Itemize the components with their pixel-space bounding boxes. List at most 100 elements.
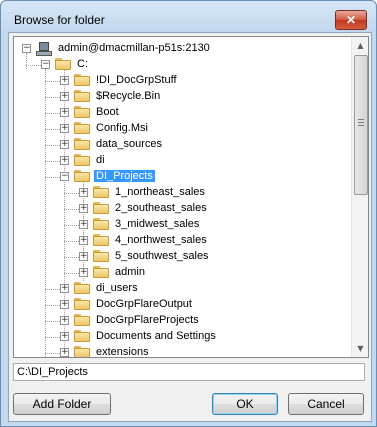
- tree-item[interactable]: + Config.Msi: [14, 121, 351, 137]
- tree-item[interactable]: + admin: [14, 265, 351, 281]
- ok-button[interactable]: OK: [212, 393, 278, 415]
- scroll-down-icon[interactable]: ▼: [352, 340, 368, 357]
- expand-icon[interactable]: +: [60, 332, 69, 341]
- dialog-title: Browse for folder: [14, 13, 105, 27]
- tree-item[interactable]: + di: [14, 153, 351, 169]
- folder-body-shape: [55, 60, 71, 70]
- collapse-icon[interactable]: −: [22, 44, 31, 53]
- tree-connector-line: [45, 161, 60, 162]
- dialog-client-area: − admin@dmacmillan-p51s:2130− C: + !DI_DocGr…: [8, 32, 372, 422]
- tree-item[interactable]: +5_southwest_sales: [14, 249, 351, 265]
- expand-icon[interactable]: +: [60, 108, 69, 117]
- tree-connector-line: [45, 289, 60, 290]
- tree-item[interactable]: + !DI_DocGrpStuff: [14, 73, 351, 89]
- tree-item[interactable]: +2_southeast_sales: [14, 201, 351, 217]
- tree-connector-line: [45, 113, 60, 114]
- expand-icon[interactable]: +: [60, 140, 69, 149]
- cancel-button[interactable]: Cancel: [288, 393, 364, 415]
- tree-item-label: 1_northeast_sales: [115, 186, 205, 198]
- monitor-shape: [39, 42, 49, 51]
- tree-connector-line: [45, 145, 60, 146]
- tree-item-label: extensions: [96, 346, 149, 358]
- tree-item-label: $Recycle.Bin: [96, 90, 161, 102]
- tree-item[interactable]: +4_northwest_sales: [14, 233, 351, 249]
- tree-connector-line: [45, 81, 60, 82]
- tree-item[interactable]: − C:: [14, 57, 351, 73]
- folder-body-shape: [74, 284, 90, 294]
- tree-item[interactable]: + DocGrpFlareProjects: [14, 313, 351, 329]
- folder-icon: [74, 298, 90, 310]
- tree-connector-line: [45, 97, 60, 98]
- folder-body-shape: [74, 140, 90, 150]
- folder-icon: [74, 122, 90, 134]
- tree-connector-line: [64, 241, 79, 242]
- scroll-up-icon[interactable]: ▲: [352, 37, 368, 54]
- folder-body-shape: [74, 108, 90, 118]
- folder-icon: [74, 282, 90, 294]
- expand-icon[interactable]: +: [60, 156, 69, 165]
- folder-icon: [55, 58, 71, 70]
- expand-icon[interactable]: +: [79, 204, 88, 213]
- folder-icon: [93, 250, 109, 262]
- tree-connector-line: [45, 305, 60, 306]
- folder-path-input[interactable]: [13, 363, 365, 381]
- folder-tree[interactable]: − admin@dmacmillan-p51s:2130− C: + !DI_DocGr…: [13, 36, 369, 358]
- computer-icon: [36, 42, 52, 56]
- folder-icon: [74, 346, 90, 357]
- tree-connector-line: [64, 273, 79, 274]
- expand-icon[interactable]: +: [60, 124, 69, 133]
- tree-connector-line: [45, 129, 60, 130]
- tree-item-label: 5_southwest_sales: [115, 250, 209, 262]
- tree-item[interactable]: +3_midwest_sales: [14, 217, 351, 233]
- folder-icon: [74, 74, 90, 86]
- tree-item-label: admin@dmacmillan-p51s:2130: [58, 42, 210, 54]
- expand-icon[interactable]: +: [79, 220, 88, 229]
- tree-connector-line: [45, 177, 60, 178]
- tree-scrollbar[interactable]: ▲ ▼: [351, 37, 368, 357]
- expand-icon[interactable]: +: [60, 284, 69, 293]
- tree-item-label: Documents and Settings: [96, 330, 216, 342]
- tree-item-label: 3_midwest_sales: [115, 218, 200, 230]
- folder-icon: [74, 314, 90, 326]
- expand-icon[interactable]: +: [79, 252, 88, 261]
- expand-icon[interactable]: +: [60, 92, 69, 101]
- tree-item-label: di: [96, 154, 105, 166]
- tree-item-label: 2_southeast_sales: [115, 202, 207, 214]
- tree-item[interactable]: + $Recycle.Bin: [14, 89, 351, 105]
- folder-body-shape: [93, 236, 109, 246]
- folder-icon: [93, 218, 109, 230]
- folder-body-shape: [74, 348, 90, 357]
- expand-icon[interactable]: +: [60, 300, 69, 309]
- expand-icon[interactable]: +: [60, 76, 69, 85]
- folder-icon: [74, 330, 90, 342]
- tree-item[interactable]: + Boot: [14, 105, 351, 121]
- folder-body-shape: [74, 172, 90, 182]
- tree-item[interactable]: + di_users: [14, 281, 351, 297]
- tree-item[interactable]: + extensions: [14, 345, 351, 358]
- expand-icon[interactable]: +: [60, 316, 69, 325]
- tree-connector-line: [45, 353, 60, 354]
- close-button[interactable]: ✕: [335, 10, 367, 30]
- tree-item-label: DocGrpFlareProjects: [96, 314, 199, 326]
- expand-icon[interactable]: +: [79, 268, 88, 277]
- add-folder-button[interactable]: Add Folder: [13, 393, 111, 415]
- collapse-icon[interactable]: −: [41, 60, 50, 69]
- scroll-thumb[interactable]: [354, 55, 368, 195]
- folder-icon: [74, 90, 90, 102]
- tree-item[interactable]: + Documents and Settings: [14, 329, 351, 345]
- tree-item[interactable]: + DocGrpFlareOutput: [14, 297, 351, 313]
- expand-icon[interactable]: +: [79, 188, 88, 197]
- folder-icon: [74, 170, 90, 182]
- folder-body-shape: [74, 156, 90, 166]
- collapse-icon[interactable]: −: [60, 172, 69, 181]
- folder-icon: [93, 266, 109, 278]
- tree-item[interactable]: − DI_Projects: [14, 169, 351, 185]
- folder-icon: [74, 138, 90, 150]
- expand-icon[interactable]: +: [60, 348, 69, 357]
- monitor-base-shape: [36, 51, 52, 56]
- expand-icon[interactable]: +: [79, 236, 88, 245]
- tree-item[interactable]: − admin@dmacmillan-p51s:2130: [14, 41, 351, 57]
- tree-item[interactable]: + data_sources: [14, 137, 351, 153]
- tree-item[interactable]: +1_northeast_sales: [14, 185, 351, 201]
- folder-body-shape: [74, 300, 90, 310]
